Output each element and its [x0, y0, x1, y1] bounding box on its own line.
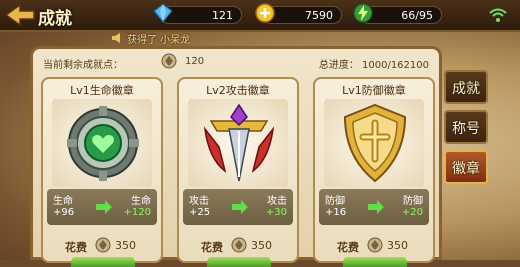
upgrade-button[interactable]: [207, 257, 271, 267]
badge-panel: 当前剩余成就点： 120 总进度： 1000/162100 Lv1生命徽章 生命…: [30, 46, 442, 267]
stat-name-after: 攻击: [267, 196, 287, 207]
stat-before: +96: [53, 207, 75, 218]
stat-name-before: 生命: [53, 196, 73, 207]
arrow-right-icon: [368, 200, 384, 214]
arrow-right-icon: [232, 200, 248, 214]
gold-value: 7590: [305, 9, 333, 22]
tab-titles[interactable]: 称号: [444, 110, 488, 144]
achievement-point-icon: [161, 53, 177, 69]
achievement-point-icon: [231, 237, 247, 253]
stat-after: +120: [123, 207, 151, 218]
stat-name-after: 防御: [403, 196, 423, 207]
sword-badge-icon: [203, 103, 275, 182]
cost-label: 花费: [337, 241, 359, 254]
remaining-points-value: 120: [185, 56, 205, 67]
diamond-icon: [153, 3, 173, 23]
stat-comparison: 攻击 +25 攻击 +30: [183, 189, 293, 225]
stat-name-before: 攻击: [189, 196, 209, 207]
stat-before: +25: [189, 207, 211, 218]
stat-after: +30: [265, 207, 287, 218]
badge-title: Lv1生命徽章: [70, 84, 134, 97]
cost-value: 350: [115, 239, 136, 252]
stat-name-before: 防御: [325, 196, 345, 207]
upgrade-button[interactable]: [71, 257, 135, 267]
stat-after: +20: [401, 207, 423, 218]
badge-card-attack[interactable]: Lv2攻击徽章 攻击 +25 攻击 +30 花费 350: [177, 77, 299, 267]
tab-badges[interactable]: 徽章: [444, 150, 488, 184]
badge-title: Lv1防御徽章: [342, 84, 406, 97]
announcement-icon: [112, 33, 120, 43]
energy-lightning-icon[interactable]: [352, 2, 374, 24]
page-title: 成就: [38, 9, 72, 29]
stat-name-after: 生命: [131, 196, 151, 207]
cost-value: 350: [251, 239, 272, 252]
panel-header: 当前剩余成就点： 120 总进度： 1000/162100: [33, 49, 439, 75]
cost-value: 350: [387, 239, 408, 252]
back-arrow-icon[interactable]: [4, 3, 36, 27]
badge-title: Lv2攻击徽章: [206, 84, 270, 97]
badge-card-hp[interactable]: Lv1生命徽章 生命 +96 生命 +120 花费 350: [41, 77, 163, 267]
heart-badge-icon: [67, 106, 139, 181]
achievement-point-icon: [367, 237, 383, 253]
cost-label: 花费: [201, 241, 223, 254]
remaining-points-label: 当前剩余成就点：: [43, 60, 123, 71]
energy-value: 66/95: [401, 9, 433, 22]
total-progress: 总进度： 1000/162100: [318, 60, 429, 71]
stat-before: +16: [325, 207, 347, 218]
achievement-point-icon: [95, 237, 111, 253]
stat-comparison: 防御 +16 防御 +20: [319, 189, 429, 225]
gold-coin-icon[interactable]: [254, 2, 276, 24]
news-ticker: 获得了 小呆龙: [127, 35, 191, 46]
shield-badge-icon: [343, 103, 407, 183]
tab-achievements[interactable]: 成就: [444, 70, 488, 104]
diamond-value: 121: [212, 9, 233, 22]
badge-card-defense[interactable]: Lv1防御徽章 防御 +16 防御 +20 花费 350: [313, 77, 435, 267]
wifi-icon: [489, 8, 507, 22]
arrow-right-icon: [96, 200, 112, 214]
cost-label: 花费: [65, 241, 87, 254]
upgrade-button[interactable]: [343, 257, 407, 267]
top-bar: 成就 121 7590 66/95: [0, 0, 520, 32]
stat-comparison: 生命 +96 生命 +120: [47, 189, 157, 225]
